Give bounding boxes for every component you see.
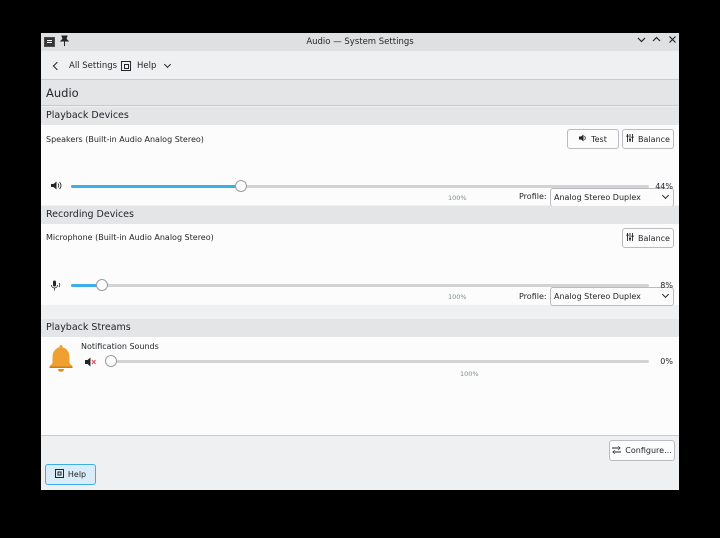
help-menu-label: Help [137,61,157,71]
playback-devices-title: Playback Devices [46,110,129,121]
chevron-left-icon [52,61,62,71]
recording-profile-label: Profile: [519,292,547,301]
recording-devices-title: Recording Devices [46,209,134,220]
muted-speaker-icon[interactable] [85,357,96,370]
chevron-down-icon [661,290,670,299]
speaker-icon[interactable] [51,181,62,193]
speakers-device-name: Speakers (Built-in Audio Analog Stereo) [46,135,204,144]
configure-button[interactable]: Configure... [609,440,675,461]
help-button[interactable]: Help [45,464,96,485]
chevron-down-icon [164,60,172,69]
page-title: Audio [46,86,79,100]
recording-100-marker: 100% [448,293,467,301]
stream-volume-percent: 0% [660,357,673,366]
recording-volume-percent: 8% [660,281,673,290]
system-settings-window: Audio — System Settings All Settings Hel… [41,33,679,490]
stream-volume-handle[interactable] [105,355,117,367]
playback-profile-label: Profile: [519,192,547,201]
recording-balance-button[interactable]: Balance [622,228,674,248]
stream-volume-slider[interactable] [105,355,649,367]
configure-label: Configure... [625,446,672,455]
test-button-label: Test [591,134,607,144]
playback-streams-title: Playback Streams [46,322,131,333]
recording-devices-panel: Microphone (Built-in Audio Analog Stereo… [41,224,679,306]
toolbar: All Settings Help [41,51,679,80]
playback-volume-slider[interactable] [71,180,649,192]
bell-icon [49,345,73,372]
playback-volume-percent: 44% [655,182,673,191]
recording-balance-label: Balance [638,233,670,243]
playback-devices-panel: Speakers (Built-in Audio Analog Stereo) … [41,125,679,207]
playback-streams-panel: Notification Sounds [41,337,679,435]
recording-volume-handle[interactable] [96,279,108,291]
playback-volume-handle[interactable] [235,180,247,192]
playback-balance-button[interactable]: Balance [622,129,674,149]
recording-devices-header: Recording Devices [41,206,679,224]
all-settings-label: All Settings [69,61,118,71]
playback-100-marker: 100% [448,194,467,202]
notification-sounds-label: Notification Sounds [81,342,159,351]
close-button[interactable] [666,35,678,48]
speaker-small-icon [579,134,587,144]
microphone-device-name: Microphone (Built-in Audio Analog Stereo… [46,233,214,242]
recording-profile-value: Analog Stereo Duplex [554,292,641,301]
window-title: Audio — System Settings [306,37,414,47]
footer [41,436,679,490]
minimize-button[interactable] [635,35,647,48]
playback-devices-header: Playback Devices [41,107,679,125]
configure-icon [612,445,622,456]
microphone-icon[interactable] [51,280,62,294]
balance-icon [626,134,634,144]
page-header: Audio [41,80,679,106]
title-bar[interactable]: Audio — System Settings [41,33,679,51]
help-icon [54,469,64,480]
help-menu-button[interactable]: Help [121,58,172,74]
all-settings-button[interactable]: All Settings [51,58,117,74]
help-button-label: Help [67,470,87,479]
maximize-button[interactable] [650,35,662,48]
playback-volume-fill [71,185,241,188]
help-icon [121,61,131,71]
playback-streams-header: Playback Streams [41,319,679,337]
recording-volume-slider[interactable] [71,279,649,291]
stream-100-marker: 100% [460,370,479,378]
balance-icon [626,233,634,243]
test-button[interactable]: Test [567,129,619,149]
playback-profile-value: Analog Stereo Duplex [554,193,641,202]
chevron-down-icon [661,191,670,200]
playback-balance-label: Balance [638,134,670,144]
